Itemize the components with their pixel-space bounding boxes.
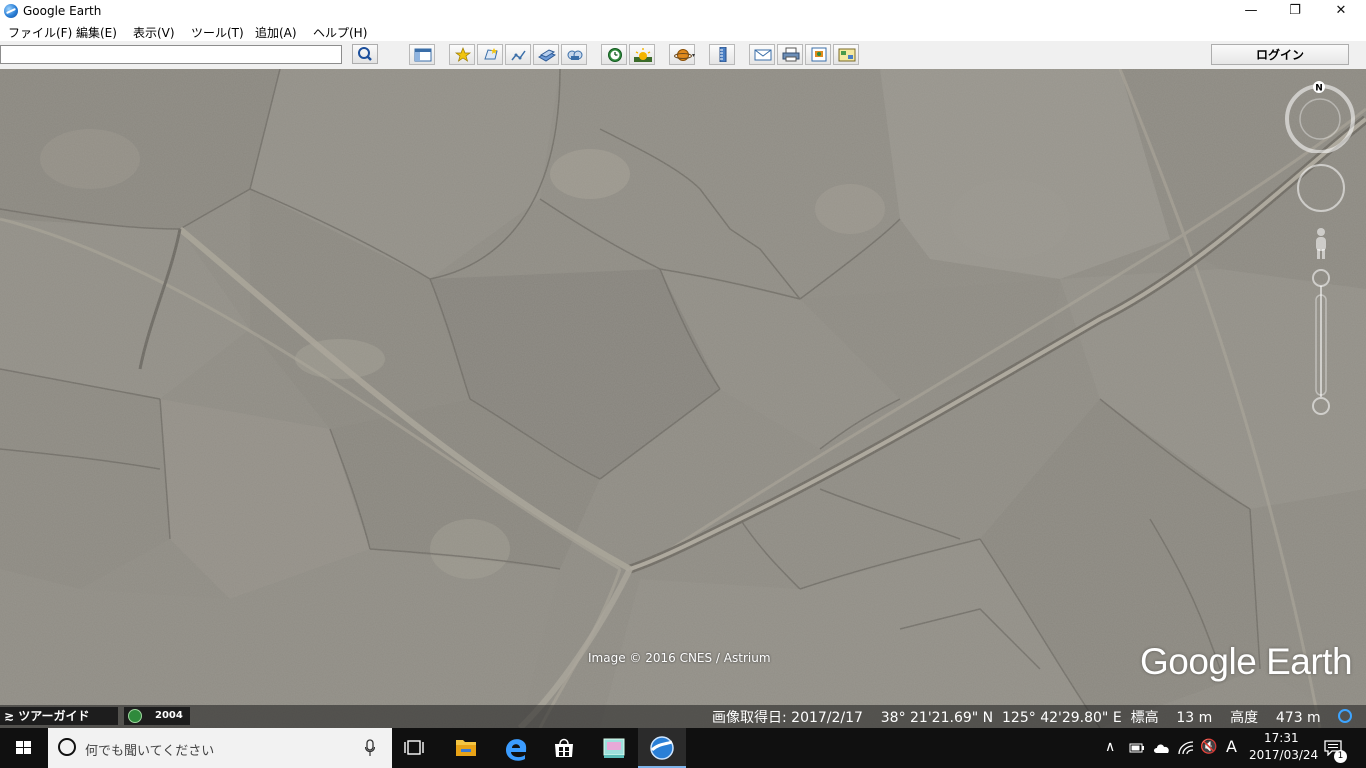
toolbar: ログイン — [0, 41, 1366, 70]
add-image-overlay-button[interactable] — [533, 44, 559, 65]
menu-add[interactable]: 追加(A) — [255, 24, 297, 41]
sunlight-button[interactable] — [629, 44, 655, 65]
save-image-icon — [811, 47, 827, 62]
clock-date[interactable]: 2017/03/24 — [1249, 748, 1318, 762]
login-button[interactable]: ログイン — [1211, 44, 1349, 65]
history-year: 2004 — [155, 710, 183, 721]
search-input[interactable] — [0, 45, 342, 64]
zoom-slider[interactable] — [1312, 269, 1330, 415]
search-icon — [358, 47, 372, 61]
wifi-icon[interactable] — [1177, 740, 1195, 756]
menu-bar: ファイル(F) 編集(E) 表示(V) ツール(T) 追加(A) ヘルプ(H) — [0, 22, 1366, 41]
email-button[interactable] — [749, 44, 775, 65]
task-view-icon[interactable] — [392, 728, 440, 768]
google-earth-app-icon — [4, 4, 18, 18]
save-image-button[interactable] — [805, 44, 831, 65]
title-bar: Google Earth — ❐ ✕ — [0, 0, 1366, 22]
show-hidden-icons-chevron-icon[interactable]: ∧ — [1105, 739, 1115, 755]
view-in-maps-button[interactable] — [833, 44, 859, 65]
placemark-icon — [454, 47, 472, 62]
switch-planet-button[interactable] — [669, 44, 695, 65]
minimize-button[interactable]: — — [1228, 0, 1274, 22]
historical-imagery-button[interactable] — [601, 44, 627, 65]
coordinates-readout: 画像取得日: 2017/2/17 38° 21'21.69" N 125° 42… — [712, 710, 1321, 726]
print-icon — [782, 47, 800, 62]
notification-count-badge: 1 — [1334, 750, 1347, 763]
volume-muted-icon[interactable]: 🔇 — [1200, 739, 1217, 755]
status-bar: ≳ ツアーガイド 2004 画像取得日: 2017/2/17 38° 21'21… — [0, 705, 1366, 728]
polygon-icon — [484, 48, 498, 60]
satellite-imagery — [0, 69, 1366, 728]
print-button[interactable] — [777, 44, 803, 65]
add-placemark-button[interactable] — [449, 44, 475, 65]
tour-camera-icon — [567, 50, 583, 60]
cortana-search-box[interactable]: 何でも聞いてください — [48, 728, 392, 768]
maps-icon — [838, 48, 856, 62]
compass-north-label: N — [1315, 84, 1323, 94]
battery-icon[interactable] — [1129, 741, 1145, 755]
sidebar-toggle-button[interactable] — [409, 44, 435, 65]
sunlight-icon — [634, 48, 652, 62]
menu-view[interactable]: 表示(V) — [133, 24, 175, 41]
pinned-app-icon[interactable] — [590, 728, 638, 768]
search-button[interactable] — [352, 44, 378, 64]
taskbar-search-placeholder: 何でも聞いてください — [85, 744, 215, 759]
maximize-button[interactable]: ❐ — [1272, 0, 1318, 22]
record-tour-button[interactable] — [561, 44, 587, 65]
onedrive-cloud-icon[interactable] — [1153, 741, 1171, 755]
menu-help[interactable]: ヘルプ(H) — [313, 24, 367, 41]
ruler-icon — [719, 47, 727, 62]
clock-time[interactable]: 17:31 — [1264, 731, 1299, 745]
tour-guide-button[interactable]: ≳ ツアーガイド — [0, 707, 118, 725]
file-explorer-icon[interactable] — [442, 728, 490, 768]
windows-taskbar: 何でも聞いてください ∧ 🔇 A 17:31 2017/03/24 1 — [0, 728, 1366, 768]
edge-browser-icon[interactable] — [492, 728, 540, 768]
close-button[interactable]: ✕ — [1318, 0, 1364, 22]
compass-control[interactable]: N — [1284, 81, 1356, 153]
ruler-button[interactable] — [709, 44, 735, 65]
add-polygon-button[interactable] — [477, 44, 503, 65]
look-joystick[interactable] — [1297, 164, 1345, 212]
menu-edit[interactable]: 編集(E) — [76, 24, 117, 41]
street-view-pegman-icon[interactable] — [1312, 227, 1330, 261]
planet-icon — [674, 49, 695, 61]
windows-start-icon[interactable] — [0, 728, 48, 768]
store-icon[interactable] — [540, 728, 588, 768]
path-icon — [511, 50, 526, 61]
microphone-icon[interactable] — [365, 739, 375, 757]
cortana-circle-icon — [58, 738, 76, 756]
streaming-indicator-icon — [1338, 709, 1352, 723]
historical-imagery-year-button[interactable]: 2004 — [124, 707, 190, 725]
google-earth-taskbar-icon[interactable] — [638, 728, 686, 768]
image-overlay-icon — [538, 49, 556, 62]
history-clock-icon — [128, 709, 142, 723]
imagery-attribution: Image © 2016 CNES / Astrium — [588, 651, 771, 665]
window-title: Google Earth — [23, 4, 102, 18]
add-path-button[interactable] — [505, 44, 531, 65]
menu-file[interactable]: ファイル(F) — [8, 24, 72, 41]
menu-tools[interactable]: ツール(T) — [191, 24, 244, 41]
google-earth-logo: Google Earth — [1140, 641, 1353, 682]
email-icon — [754, 49, 772, 61]
sidebar-icon — [414, 48, 432, 62]
historical-clock-icon — [608, 48, 622, 62]
earth-map-view[interactable]: N Image © 2016 CNES / Astrium Google Ear… — [0, 69, 1366, 728]
ime-mode-indicator[interactable]: A — [1226, 737, 1237, 756]
